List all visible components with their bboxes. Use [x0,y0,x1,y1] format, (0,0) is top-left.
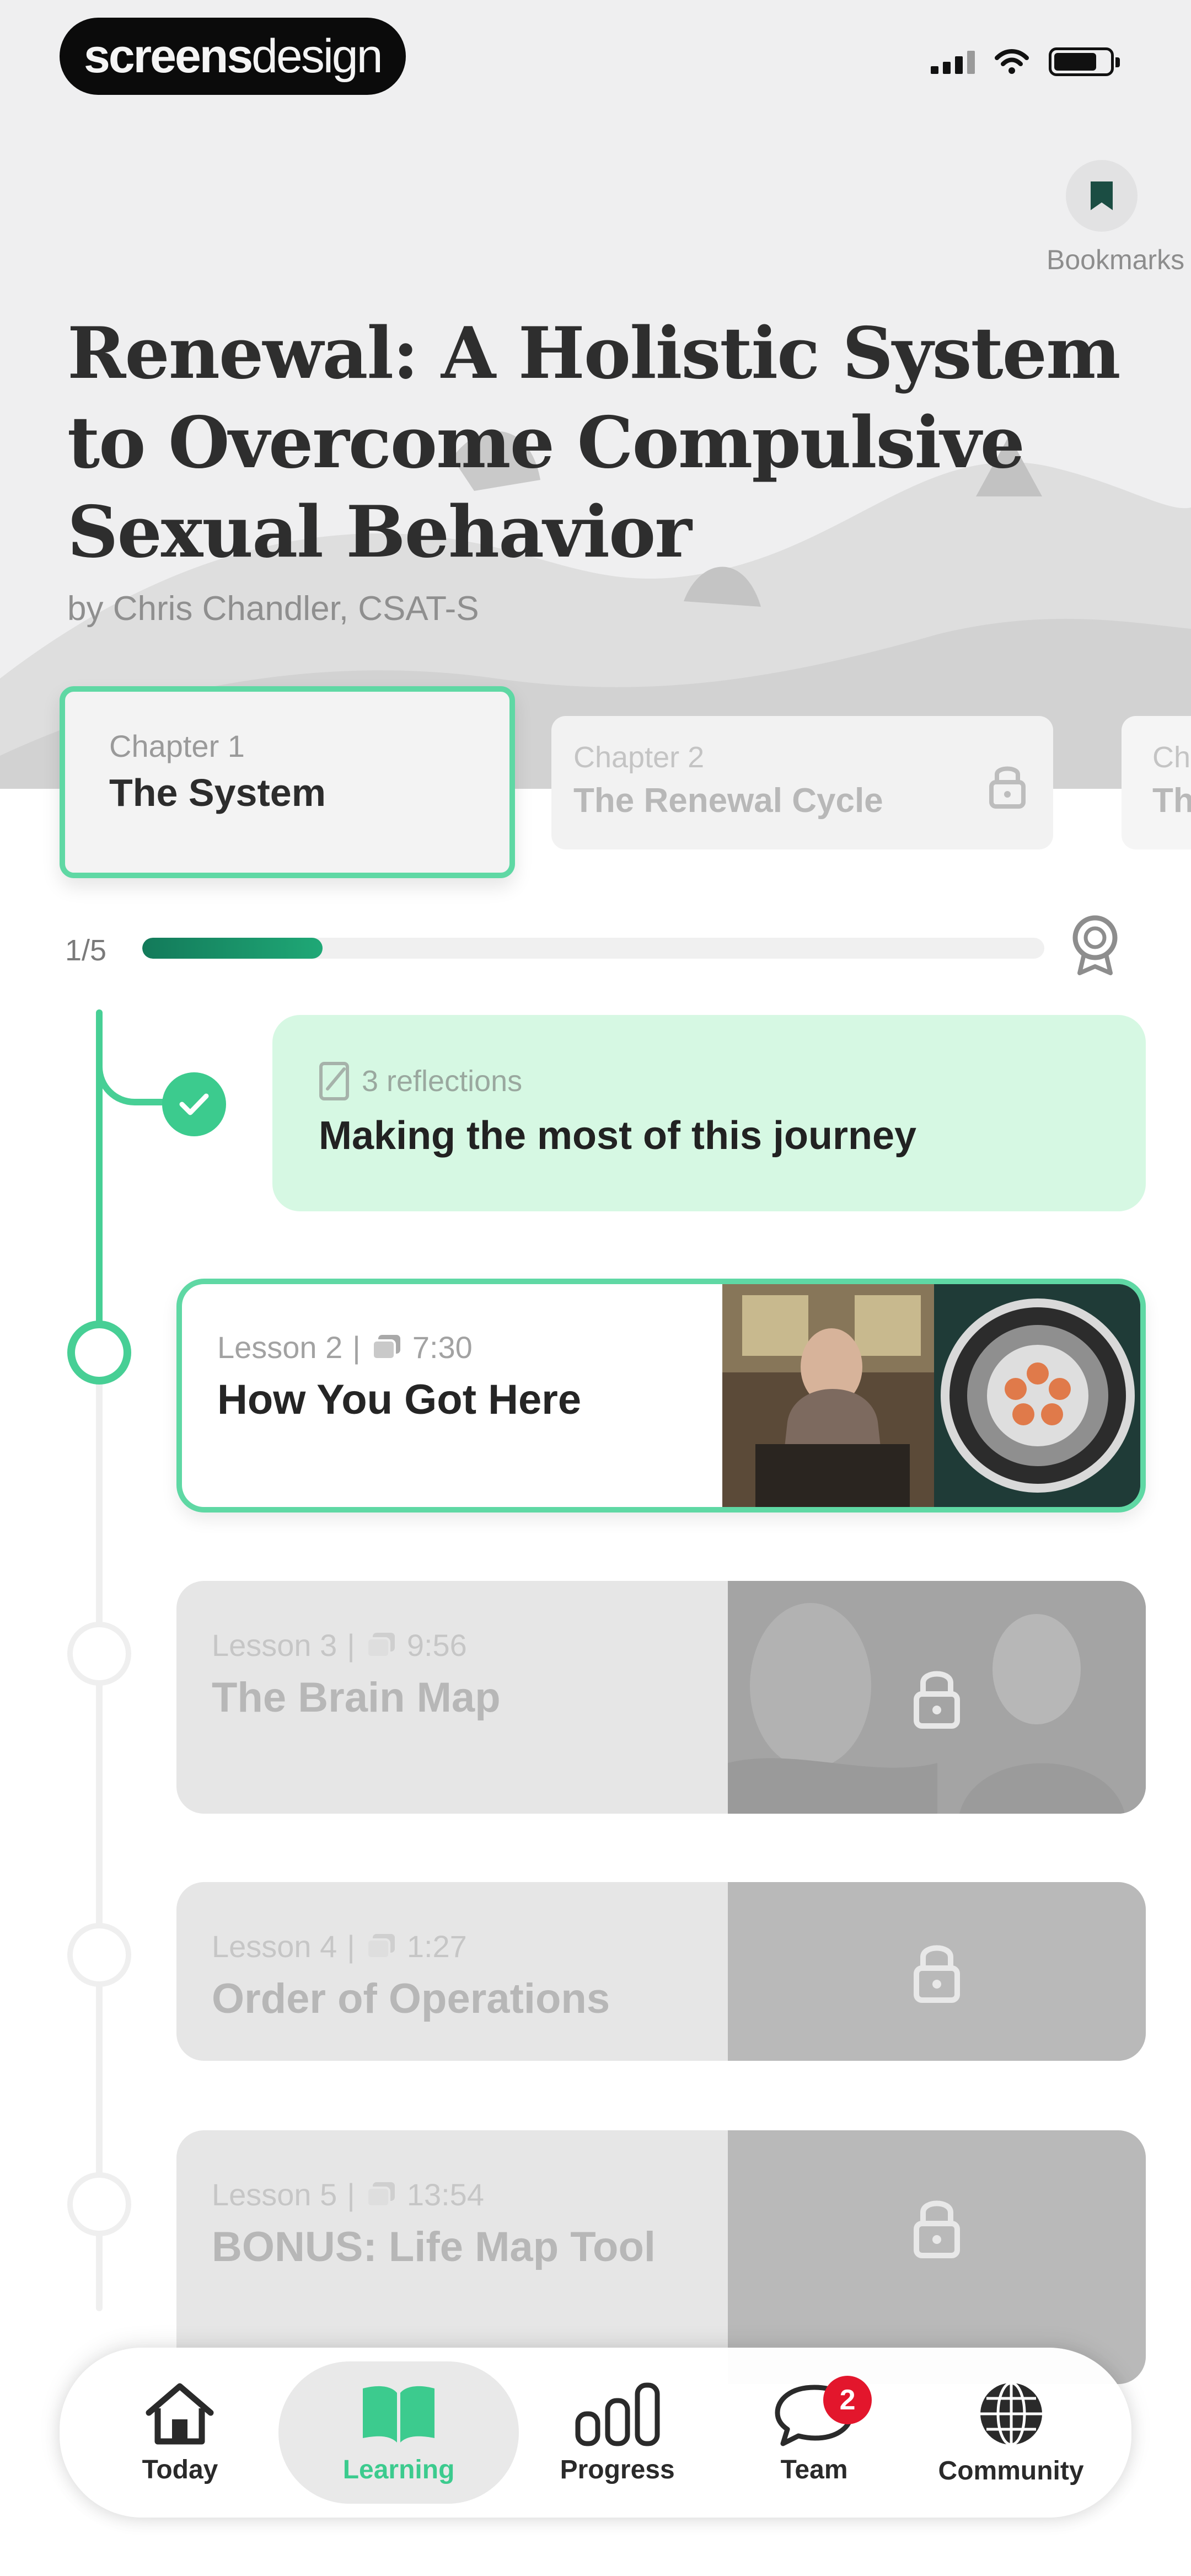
reflection-meta: 3 reflections [319,1061,1146,1101]
video-thumbnail-image [722,1284,1140,1507]
lesson-thumbnail [728,1581,1146,1814]
tab-label: Today [142,2455,218,2484]
wifi-icon [995,49,1029,74]
lesson-meta: Lesson 3 | 9:56 [212,1627,728,1663]
bookmarks-button[interactable]: Bookmarks [1047,160,1185,276]
bar-chart-icon [575,2382,660,2446]
lesson-thumbnail [728,2130,1146,2384]
lesson-card-3[interactable]: Lesson 3 | 9:56 The Brain Map [176,1581,1146,1814]
lesson-thumbnail [728,1882,1146,2061]
lesson-meta: Lesson 4 | 1:27 [212,1928,728,1964]
reflection-card[interactable]: 3 reflections Making the most of this jo… [272,1015,1146,1211]
meta-divider: | [352,1330,361,1365]
bookmark-icon [1091,181,1113,210]
achievement-badge-icon[interactable] [1067,913,1123,975]
tab-label: Team [780,2455,848,2484]
lesson-meta: Lesson 2 | 7:30 [217,1329,733,1365]
status-bar [931,47,1120,76]
chapter-label: Chapter 1 [109,729,245,763]
chapter-tab-1[interactable]: Chapter 1 The System [60,686,515,878]
watermark-light: design [251,29,383,83]
lesson-title: How You Got Here [217,1376,582,1423]
chapter-label: Chapter 2 [573,741,705,774]
lesson-info: Lesson 2 | 7:30 How You Got Here [182,1284,733,1507]
bottom-tab-bar: Today Learning Progress 2 Team Community [60,2348,1131,2518]
progress-bar [142,938,1044,959]
tab-label: Community [938,2456,1084,2486]
watermark-bold: screens [84,29,253,83]
locked-step-marker [67,1622,131,1686]
progress-bar-fill [142,938,323,959]
locked-step-marker [67,1923,131,1987]
lesson-number: Lesson 3 [212,1628,337,1663]
chapter-name: The Renewal Cycle [573,782,883,820]
lesson-info: Lesson 5 | 13:54 BONUS: Life Map Tool [176,2130,673,2384]
course-author: by Chris Chandler, CSAT-S [67,590,479,628]
globe-icon [980,2381,1042,2446]
tab-progress[interactable]: Progress [519,2361,716,2504]
lesson-duration: 13:54 [406,2177,484,2212]
tab-learning[interactable]: Learning [278,2361,519,2504]
lesson-card-icon [366,1632,395,1658]
lesson-info: Lesson 3 | 9:56 The Brain Map [176,1581,728,1814]
lesson-card-icon [371,1334,400,1360]
bookmark-icon-circle [1066,160,1138,232]
reflection-title: Making the most of this journey [319,1114,917,1158]
notification-badge: 2 [823,2376,872,2424]
chapter-name: Th [1152,782,1191,820]
battery-icon [1049,47,1120,76]
lesson-title: BONUS: Life Map Tool [212,2224,656,2270]
course-title: Renewal: A Holistic System to Overcome C… [67,312,1121,574]
meta-divider: | [347,1628,355,1663]
lesson-duration: 9:56 [406,1628,467,1663]
lesson-card-5[interactable]: Lesson 5 | 13:54 BONUS: Life Map Tool [176,2130,1146,2384]
lock-icon [914,1671,960,1729]
cellular-signal-icon [931,50,975,74]
lesson-number: Lesson 4 [212,1929,337,1964]
completed-step-marker [162,1072,226,1136]
reflection-count: 3 reflections [362,1065,523,1098]
chapter-label: Ch [1152,741,1191,774]
book-icon [363,2386,435,2443]
chapter-tab-2[interactable]: Chapter 2 The Renewal Cycle [551,716,1053,849]
lock-icon [989,766,1026,809]
home-icon [146,2383,214,2444]
notepad-icon [319,1062,349,1100]
screensdesign-watermark: screens design [60,18,406,95]
lesson-title: The Brain Map [212,1674,501,1721]
lesson-duration: 1:27 [406,1929,467,1964]
lesson-title: Order of Operations [212,1975,610,2022]
lesson-info: Lesson 4 | 1:27 Order of Operations [176,1882,728,2061]
meta-divider: | [347,2177,355,2212]
lesson-duration: 7:30 [412,1330,473,1365]
meta-divider: | [347,1929,355,1964]
lock-icon [914,2200,960,2258]
tab-label: Learning [342,2455,455,2484]
lesson-number: Lesson 5 [212,2177,337,2212]
current-step-marker [67,1321,131,1385]
lesson-card-4[interactable]: Lesson 4 | 1:27 Order of Operations [176,1882,1146,2061]
lesson-thumbnail [722,1284,1140,1507]
tab-team[interactable]: 2 Team [716,2361,913,2504]
tab-label: Progress [560,2455,675,2484]
check-icon [179,1093,209,1115]
lesson-meta: Lesson 5 | 13:54 [212,2177,673,2212]
lesson-card-icon [366,1933,395,1959]
chapter-name: The System [109,771,326,814]
tab-today[interactable]: Today [82,2361,278,2504]
chapter-tab-3[interactable]: Ch Th [1122,716,1191,849]
lesson-card-icon [366,2182,395,2208]
bookmarks-label: Bookmarks [1047,244,1185,275]
lesson-number: Lesson 2 [217,1330,343,1365]
progress-count: 1/5 [65,934,107,967]
lesson-card-2[interactable]: Lesson 2 | 7:30 How You Got Here [176,1279,1146,1513]
lock-icon [914,1945,960,2003]
tab-community[interactable]: Community [913,2361,1109,2504]
locked-step-marker [67,2172,131,2236]
